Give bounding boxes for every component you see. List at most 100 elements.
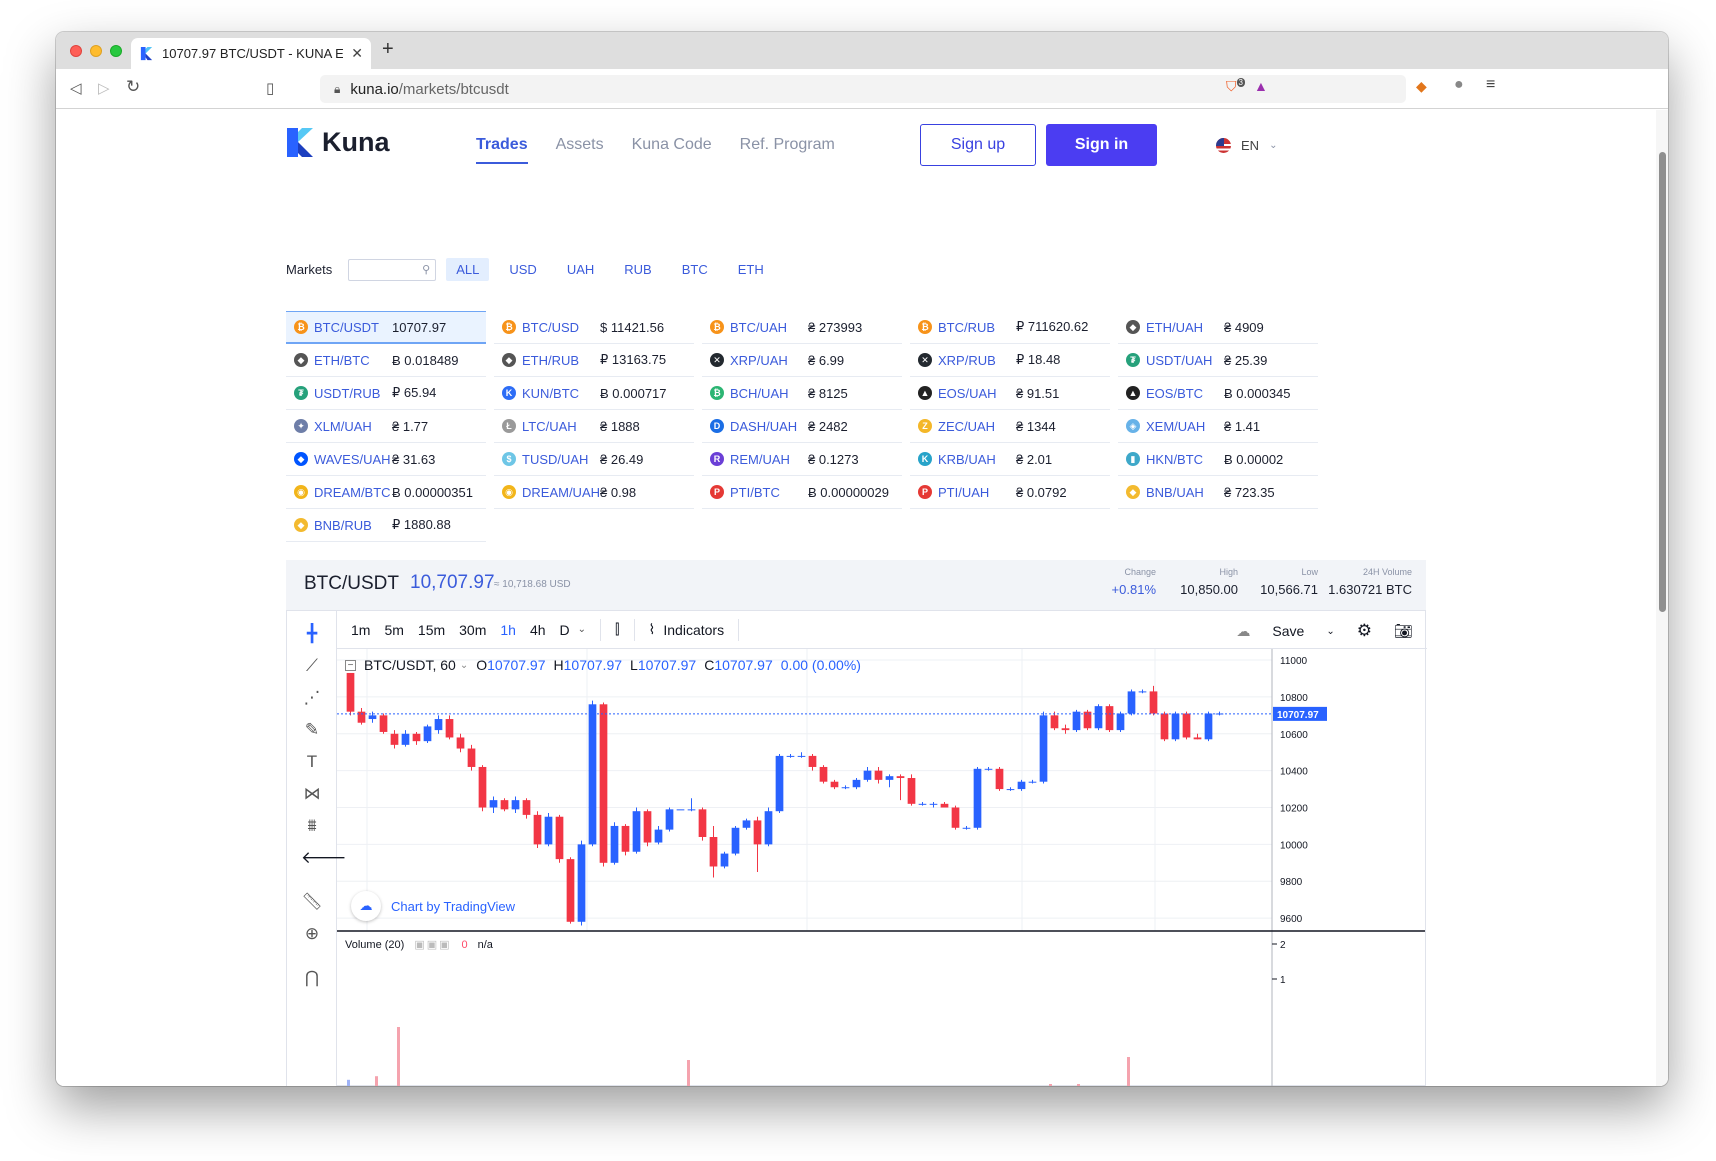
- filter-rub[interactable]: RUB: [614, 258, 661, 281]
- eth-coin-icon: ◆: [1126, 320, 1140, 334]
- zoom-window-button[interactable]: [110, 45, 122, 57]
- nav-trades[interactable]: Trades: [476, 136, 528, 164]
- usdt-coin-icon: ₮: [1126, 353, 1140, 367]
- market-cell[interactable]: P PTI/UAH ₴ 0.0792: [910, 476, 1110, 509]
- legend-chevron-icon[interactable]: ⌄: [460, 660, 468, 671]
- volume-settings-icons[interactable]: ▣▣▣: [414, 938, 451, 951]
- candle-body: [962, 827, 971, 829]
- market-cell[interactable]: ◆ WAVES/UAH ₴ 31.63: [286, 443, 486, 476]
- browser-tab-active[interactable]: 10707.97 BTC/USDT - KUNA Exc ✕: [131, 38, 371, 69]
- close-window-button[interactable]: [70, 45, 82, 57]
- filter-eth[interactable]: ETH: [728, 258, 774, 281]
- market-cell[interactable]: ◈ XEM/UAH ₴ 1.41: [1118, 410, 1318, 443]
- sign-up-button[interactable]: Sign up: [920, 124, 1036, 166]
- market-price: ₴ 26.49: [600, 451, 644, 467]
- market-cell[interactable]: ▮ HKN/BTC Ƀ 0.00002: [1118, 443, 1318, 476]
- candle-body: [852, 779, 861, 788]
- market-cell[interactable]: ▲ EOS/BTC Ƀ 0.000345: [1118, 377, 1318, 410]
- market-price: ₴ 0.1273: [808, 451, 859, 467]
- candle-body: [588, 704, 597, 845]
- ticker-pair: BTC/USDT: [304, 573, 399, 594]
- market-cell[interactable]: Z ZEC/UAH ₴ 1344: [910, 410, 1110, 443]
- market-cell[interactable]: ✕ XRP/UAH ₴ 6.99: [702, 344, 902, 377]
- market-price: Ƀ 0.00000351: [392, 484, 473, 500]
- market-price: Ƀ 0.00002: [1224, 451, 1284, 467]
- candle-body: [1160, 713, 1169, 740]
- market-pair: KUN/BTC: [522, 385, 580, 401]
- menu-icon[interactable]: ≡: [1486, 76, 1495, 94]
- market-cell[interactable]: ₿ BTC/UAH ₴ 273993: [702, 311, 902, 344]
- tab-close-icon[interactable]: ✕: [351, 45, 363, 62]
- candle-body: [643, 811, 652, 843]
- screenshot-stage: 10707.97 BTC/USDT - KUNA Exc ✕ + ◁ ▷ ↻ ▯…: [0, 0, 1716, 1161]
- market-price: ₽ 1880.88: [392, 517, 451, 532]
- reload-icon[interactable]: ↻: [126, 77, 140, 97]
- filter-uah[interactable]: UAH: [557, 258, 604, 281]
- filter-usd[interactable]: USD: [499, 258, 546, 281]
- nav-kuna-code[interactable]: Kuna Code: [632, 136, 712, 164]
- filter-all[interactable]: ALL: [446, 258, 490, 281]
- market-cell[interactable]: K KUN/BTC Ƀ 0.000717: [494, 377, 694, 410]
- market-pair: EOS/BTC: [1146, 385, 1204, 401]
- volume-indicator-label: Volume (20): [345, 938, 405, 951]
- change-label: Change: [1124, 567, 1156, 577]
- market-cell[interactable]: ▲ EOS/UAH ₴ 91.51: [910, 377, 1110, 410]
- market-cell[interactable]: ◆ BNB/RUB ₽ 1880.88: [286, 509, 486, 542]
- market-cell[interactable]: ◆ ETH/UAH ₴ 4909: [1118, 311, 1318, 344]
- market-cell[interactable]: R REM/UAH ₴ 0.1273: [702, 443, 902, 476]
- market-cell[interactable]: ◉ DREAM/UAH ₴ 0.98: [494, 476, 694, 509]
- candlestick-chart[interactable]: 1100010800106001040010200100009800960010…: [287, 611, 1427, 1086]
- bookmark-icon[interactable]: ▯: [266, 79, 274, 97]
- market-pair: ETH/RUB: [522, 352, 580, 368]
- market-cell[interactable]: P PTI/BTC Ƀ 0.00000029: [702, 476, 902, 509]
- candle-body: [1105, 706, 1114, 731]
- candle-body: [907, 778, 916, 804]
- pti-coin-icon: P: [710, 485, 724, 499]
- candle-body: [1072, 711, 1081, 731]
- volume-bar: [347, 1079, 350, 1086]
- candle-body: [808, 755, 817, 767]
- tradingview-credit[interactable]: ☁︎ Chart by TradingView: [351, 891, 515, 921]
- market-cell[interactable]: ◆ ETH/RUB ₽ 13163.75: [494, 344, 694, 377]
- profile-icon[interactable]: ●: [1454, 76, 1464, 94]
- market-cell[interactable]: ₿ BCH/UAH ₴ 8125: [702, 377, 902, 410]
- market-cell[interactable]: ◉ DREAM/BTC Ƀ 0.00000351: [286, 476, 486, 509]
- market-cell[interactable]: ◆ BNB/UAH ₴ 723.35: [1118, 476, 1318, 509]
- market-cell[interactable]: ₿ BTC/RUB ₽ 711620.62: [910, 311, 1110, 344]
- brave-rewards-icon[interactable]: ▲: [1254, 78, 1268, 94]
- market-cell[interactable]: ₮ USDT/RUB ₽ 65.94: [286, 377, 486, 410]
- market-cell[interactable]: ₮ USDT/UAH ₴ 25.39: [1118, 344, 1318, 377]
- language-selector[interactable]: EN ⌄: [1216, 138, 1277, 153]
- page-scrollbar-thumb[interactable]: [1659, 152, 1666, 612]
- market-search-input[interactable]: ⚲: [348, 258, 437, 281]
- candle-body: [676, 809, 685, 811]
- sign-in-button[interactable]: Sign in: [1046, 124, 1157, 166]
- legend-change: 0.00 (0.00%): [780, 657, 861, 673]
- market-cell[interactable]: Ł LTC/UAH ₴ 1888: [494, 410, 694, 443]
- metamask-icon[interactable]: ◆: [1416, 78, 1427, 95]
- filter-btc[interactable]: BTC: [672, 258, 718, 281]
- nav-ref-program[interactable]: Ref. Program: [740, 136, 835, 164]
- candle-body: [731, 827, 740, 854]
- kuna-logo[interactable]: Kuna: [286, 126, 390, 159]
- brave-shields-icon[interactable]: ⛉ 3: [1226, 78, 1245, 95]
- forward-icon[interactable]: ▷: [98, 79, 110, 97]
- back-icon[interactable]: ◁: [70, 79, 82, 97]
- collapse-legend-icon[interactable]: −: [345, 659, 356, 671]
- market-price: ₴ 91.51: [1016, 385, 1060, 401]
- nav-assets[interactable]: Assets: [556, 136, 604, 164]
- new-tab-icon[interactable]: +: [382, 38, 394, 61]
- market-cell[interactable]: ₿ BTC/USDT 10707.97: [286, 311, 486, 344]
- y-tick-label: 10600: [1280, 730, 1308, 741]
- market-cell[interactable]: K KRB/UAH ₴ 2.01: [910, 443, 1110, 476]
- market-price: ₴ 1.41: [1224, 418, 1261, 434]
- y-tick-label: 9600: [1280, 914, 1303, 925]
- market-cell[interactable]: $ TUSD/UAH ₴ 26.49: [494, 443, 694, 476]
- candle-body: [401, 733, 410, 745]
- minimize-window-button[interactable]: [90, 45, 102, 57]
- market-cell[interactable]: ◆ ETH/BTC Ƀ 0.018489: [286, 344, 486, 377]
- market-cell[interactable]: ✦ XLM/UAH ₴ 1.77: [286, 410, 486, 443]
- market-cell[interactable]: ✕ XRP/RUB ₽ 18.48: [910, 344, 1110, 377]
- market-cell[interactable]: ₿ BTC/USD $ 11421.56: [494, 311, 694, 344]
- market-cell[interactable]: D DASH/UAH ₴ 2482: [702, 410, 902, 443]
